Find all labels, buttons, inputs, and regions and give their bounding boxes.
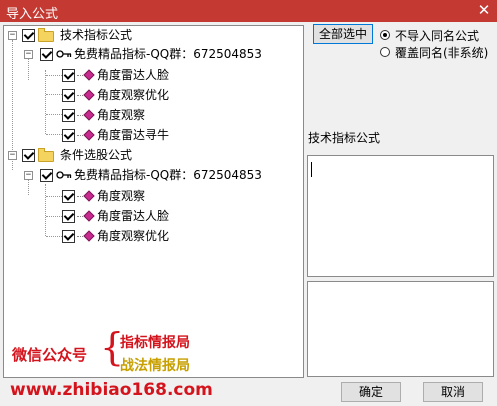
item-checkbox[interactable]	[62, 190, 75, 203]
folder-icon	[38, 148, 54, 162]
folder-icon	[38, 28, 54, 42]
collapse-icon[interactable]: −	[8, 31, 17, 40]
tree-subgroup-label: 免费精品指标-QQ群：672504853	[74, 47, 262, 61]
watermark-line2: 战法情报局	[120, 358, 190, 374]
tree-item[interactable]: 角度雷达人脸	[4, 66, 302, 84]
formula-icon	[83, 109, 95, 121]
detail-section-label: 技术指标公式	[308, 131, 381, 145]
tree-line	[77, 75, 83, 77]
formula-icon	[83, 190, 95, 202]
item-checkbox[interactable]	[62, 89, 75, 102]
tree-item[interactable]: 角度雷达人脸	[4, 207, 302, 225]
collapse-icon[interactable]: −	[24, 50, 33, 59]
tree-line	[77, 135, 83, 137]
formula-icon	[83, 89, 95, 101]
tree-subgroup[interactable]: − 免费精品指标-QQ群：672504853	[4, 45, 302, 63]
ok-button[interactable]: 确定	[341, 382, 401, 402]
item-checkbox[interactable]	[62, 109, 75, 122]
tree-item[interactable]: 角度观察优化	[4, 227, 302, 245]
cancel-button[interactable]: 取消	[423, 382, 483, 402]
tree-item[interactable]: 角度雷达寻牛	[4, 126, 302, 144]
tree-line	[77, 236, 83, 238]
tree-item-label: 角度观察	[97, 189, 146, 203]
tree-item-label: 角度雷达人脸	[97, 209, 170, 223]
group-checkbox[interactable]	[22, 29, 35, 42]
formula-preview-box[interactable]	[307, 281, 494, 377]
tree-line	[77, 196, 83, 198]
tree-item-label: 角度雷达寻牛	[97, 128, 170, 142]
group-checkbox[interactable]	[22, 149, 35, 162]
window-title: 导入公式	[6, 7, 59, 22]
tree-subgroup-label: 免费精品指标-QQ群：672504853	[74, 168, 262, 182]
subgroup-checkbox[interactable]	[40, 169, 53, 182]
formula-icon	[83, 69, 95, 81]
tree-item[interactable]: 角度观察	[4, 106, 302, 124]
tree-group-stock-selection[interactable]: − 条件选股公式	[4, 146, 302, 164]
formula-icon	[83, 210, 95, 222]
formula-icon	[83, 129, 95, 141]
tree-line	[77, 95, 83, 97]
close-icon: ✕	[477, 1, 491, 19]
collapse-icon[interactable]: −	[24, 171, 33, 180]
tree-item[interactable]: 角度观察	[4, 187, 302, 205]
tree-item-label: 角度观察优化	[97, 229, 170, 243]
radio-label: 不导入同名公式	[395, 29, 480, 43]
formula-icon	[83, 230, 95, 242]
formula-tree[interactable]: − 技术指标公式 − 免费精品指标-QQ群：672504853 角度雷达人脸 角…	[3, 25, 304, 378]
select-all-button[interactable]: 全部选中	[313, 24, 373, 44]
radio-label: 覆盖同名(非系统)	[395, 46, 489, 60]
watermark-line1: 指标情报局	[120, 335, 190, 351]
tree-line	[77, 115, 83, 117]
radio-indicator[interactable]	[380, 47, 390, 57]
formula-description-box[interactable]	[307, 155, 494, 277]
tree-group-label: 条件选股公式	[60, 148, 133, 162]
tree-group-label: 技术指标公式	[60, 28, 133, 42]
item-checkbox[interactable]	[62, 69, 75, 82]
title-bar: 导入公式 ✕	[0, 0, 497, 22]
text-cursor	[311, 162, 312, 177]
close-button[interactable]: ✕	[473, 2, 495, 19]
item-checkbox[interactable]	[62, 230, 75, 243]
key-icon	[56, 50, 72, 58]
watermark-url: www.zhibiao168.com	[10, 380, 213, 400]
tree-group-technical[interactable]: − 技术指标公式	[4, 26, 302, 44]
subgroup-checkbox[interactable]	[40, 48, 53, 61]
tree-item-label: 角度观察	[97, 108, 146, 122]
tree-subgroup[interactable]: − 免费精品指标-QQ群：672504853	[4, 166, 302, 184]
key-icon	[56, 171, 72, 179]
item-checkbox[interactable]	[62, 129, 75, 142]
tree-item[interactable]: 角度观察优化	[4, 86, 302, 104]
tree-item-label: 角度观察优化	[97, 88, 170, 102]
tree-item-label: 角度雷达人脸	[97, 68, 170, 82]
item-checkbox[interactable]	[62, 210, 75, 223]
collapse-icon[interactable]: −	[8, 151, 17, 160]
watermark-wechat-label: 微信公众号	[12, 346, 88, 364]
radio-indicator[interactable]	[380, 30, 390, 40]
tree-line	[77, 216, 83, 218]
